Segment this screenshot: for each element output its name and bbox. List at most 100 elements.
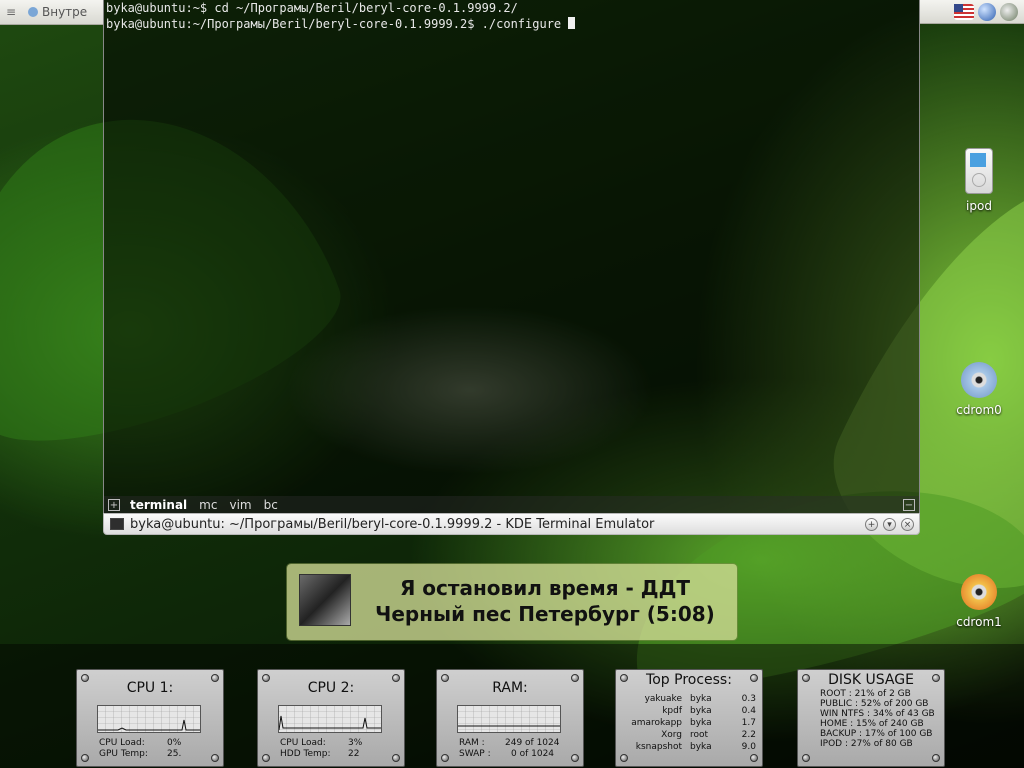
tab-vim[interactable]: vim: [223, 498, 257, 512]
process-row: ksnapshot byka 9.0: [624, 742, 758, 752]
stat-value: 0%: [167, 738, 182, 748]
ram-widget: RAM: RAM : 249 of 1024 SWAP : 0 of 1024: [436, 669, 584, 767]
widget-title: CPU 2:: [307, 680, 355, 696]
stat-label: GPU Temp:: [99, 749, 148, 759]
screw-icon: [81, 754, 89, 762]
disk-row: HOME : 15% of 240 GB: [820, 719, 924, 729]
screw-icon: [932, 754, 940, 762]
disk-usage-widget: DISK USAGE ROOT : 21% of 2 GB PUBLIC : 5…: [797, 669, 945, 767]
new-tab-icon[interactable]: +: [108, 498, 120, 511]
disk-row: BACKUP : 17% of 100 GB: [820, 729, 933, 739]
taskbar-left: ≡ Внутре: [0, 0, 104, 25]
tab-bc[interactable]: bc: [258, 498, 284, 512]
desktop-icon-label: ipod: [966, 199, 992, 213]
menu-icon[interactable]: ≡: [0, 5, 22, 19]
stat-value: 3%: [348, 738, 363, 748]
cpu2-widget: CPU 2: CPU Load: 3% HDD Temp: 22: [257, 669, 405, 767]
close-tab-icon[interactable]: −: [903, 498, 915, 511]
widget-title: CPU 1:: [126, 680, 174, 696]
terminal-line-prompt: byka@ubuntu:~/Програмы/Beril/beryl-core-…: [104, 16, 919, 32]
flag-us-icon[interactable]: [954, 3, 974, 20]
swap-stat: SWAP : 0 of 1024: [459, 749, 554, 759]
process-cpu: 2.2: [741, 730, 756, 740]
stat-label: CPU Load:: [280, 738, 326, 748]
process-cpu: 1.7: [741, 718, 756, 728]
process-name: kpdf: [662, 706, 682, 716]
top-process-widget: Top Process: yakuake byka 0.3 kpdf byka 0.4 …: [615, 669, 763, 767]
process-name: yakuake: [644, 694, 682, 704]
process-cpu: 0.3: [741, 694, 756, 704]
text-cursor: [568, 17, 576, 29]
browser-icon: [28, 7, 38, 17]
desktop-icon-cdrom0[interactable]: cdrom0: [949, 362, 1009, 417]
screw-icon: [441, 754, 449, 762]
stat-label: HDD Temp:: [280, 749, 331, 759]
process-cpu: 0.4: [741, 706, 756, 716]
terminal-output[interactable]: byka@ubuntu:~$ cd ~/Програмы/Beril/beryl…: [103, 0, 920, 496]
cpu-load-stat: CPU Load: 0%: [99, 738, 181, 748]
process-row: kpdf byka 0.4: [624, 706, 758, 716]
stat-value: 25.: [167, 749, 182, 759]
hdd-temp-stat: HDD Temp: 22: [280, 749, 359, 759]
cpu1-graph: [97, 705, 201, 733]
stat-label: CPU Load:: [99, 738, 145, 748]
stat-value: 0 of 1024: [511, 749, 555, 759]
process-user: byka: [690, 706, 712, 716]
screw-icon: [620, 754, 628, 762]
terminal-command: byka@ubuntu:~/Програмы/Beril/beryl-core-…: [106, 17, 569, 31]
process-row: yakuake byka 0.3: [624, 694, 758, 704]
cpu-load-stat: CPU Load: 3%: [280, 738, 362, 748]
desktop-icon-cdrom1[interactable]: cdrom1: [949, 574, 1009, 629]
gpu-temp-stat: GPU Temp: 25.: [99, 749, 181, 759]
album-cover: [299, 574, 351, 626]
cpu2-graph: [278, 705, 382, 733]
disk-row: IPOD : 27% of 80 GB: [820, 739, 913, 749]
screw-icon: [750, 754, 758, 762]
stat-value: 22: [348, 749, 360, 759]
process-user: byka: [690, 742, 712, 752]
process-name: ksnapshot: [635, 742, 682, 752]
process-name: Xorg: [661, 730, 682, 740]
window-title: byka@ubuntu: ~/Програмы/Beril/beryl-core…: [130, 516, 655, 532]
process-user: byka: [690, 718, 712, 728]
close-button[interactable]: ×: [901, 517, 914, 531]
network-icon[interactable]: [1000, 2, 1018, 21]
screw-icon: [802, 754, 810, 762]
track-album: Черный пес Петербург (5:08): [375, 602, 715, 626]
taskbar-task[interactable]: Внутре: [22, 5, 87, 19]
disk-row: WIN NTFS : 34% of 43 GB: [820, 709, 935, 719]
terminal-title-bar[interactable]: byka@ubuntu: ~/Програмы/Beril/beryl-core…: [103, 513, 920, 535]
tab-mc[interactable]: mc: [193, 498, 223, 512]
desktop-icon-label: cdrom1: [956, 615, 1002, 629]
minimize-button[interactable]: +: [865, 517, 878, 531]
stat-label: SWAP :: [459, 749, 491, 759]
stat-label: RAM :: [459, 738, 485, 748]
tab-terminal[interactable]: terminal: [124, 498, 193, 512]
dvd-icon: [961, 362, 997, 398]
track-title: Я остановил время - ДДТ: [399, 576, 691, 600]
process-row: amarokapp byka 1.7: [624, 718, 758, 728]
now-playing-popup: Я остановил время - ДДТ Черный пес Петер…: [287, 564, 737, 640]
disk-row: PUBLIC : 52% of 200 GB: [820, 699, 929, 709]
process-row: Xorg root 2.2: [624, 730, 758, 740]
screw-icon: [571, 754, 579, 762]
terminal-tab-bar: + terminal mc vim bc −: [103, 496, 920, 513]
widget-title: RAM:: [492, 680, 528, 696]
screw-icon: [392, 754, 400, 762]
ram-stat: RAM : 249 of 1024: [459, 738, 559, 748]
screw-icon: [211, 754, 219, 762]
disk-row: ROOT : 21% of 2 GB: [820, 689, 911, 699]
process-user: root: [690, 730, 709, 740]
terminal-line: byka@ubuntu:~$ cd ~/Програмы/Beril/beryl…: [106, 1, 518, 15]
maximize-button[interactable]: ▾: [883, 517, 896, 531]
desktop-icon-ipod[interactable]: ipod: [949, 148, 1009, 213]
stat-value: 249 of 1024: [505, 738, 560, 748]
cdr-icon: [961, 574, 997, 610]
process-user: byka: [690, 694, 712, 704]
widget-title: Top Process:: [646, 672, 732, 688]
system-tray: [920, 0, 1024, 24]
cpu1-widget: CPU 1: CPU Load: 0% GPU Temp: 25.: [76, 669, 224, 767]
terminal-window[interactable]: byka@ubuntu:~$ cd ~/Програмы/Beril/beryl…: [103, 0, 920, 535]
globe-icon[interactable]: [978, 2, 996, 21]
terminal-icon: [110, 518, 124, 530]
